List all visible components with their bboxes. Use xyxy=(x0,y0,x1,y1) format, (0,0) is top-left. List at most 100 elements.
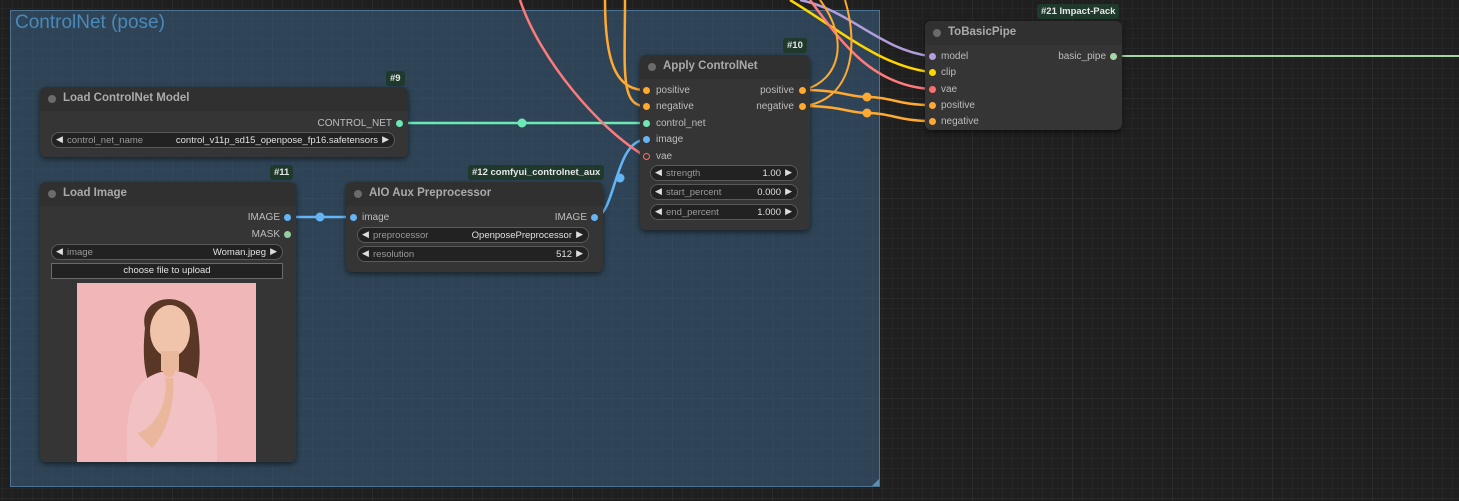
node-title-bar[interactable]: Load Image xyxy=(40,182,296,206)
widget-label: control_net_name xyxy=(67,135,144,146)
widget-value: 512 xyxy=(556,249,572,260)
arrow-right-icon[interactable]: ▶ xyxy=(785,206,792,217)
input-slot-image-icon[interactable] xyxy=(643,136,650,143)
node-aio-aux-preprocessor[interactable]: AIO Aux Preprocessor image IMAGE ◀ prepr… xyxy=(346,182,603,272)
arrow-right-icon[interactable]: ▶ xyxy=(785,186,792,197)
input-slot-negative-icon[interactable] xyxy=(643,103,650,110)
node-load-image[interactable]: Load Image IMAGE MASK ◀ image Woman.jpeg… xyxy=(40,182,296,462)
node-tobasicpipe[interactable]: ToBasicPipe model clip vae positive nega… xyxy=(925,21,1122,130)
input-label-clip: clip xyxy=(941,67,957,78)
node-title-bar[interactable]: Load ControlNet Model xyxy=(40,87,408,111)
input-label-positive: positive xyxy=(656,85,690,96)
arrow-left-icon[interactable]: ◀ xyxy=(56,246,63,257)
arrow-left-icon[interactable]: ◀ xyxy=(362,229,369,240)
output-slot-negative-icon[interactable] xyxy=(799,103,806,110)
widget-value: 1.00 xyxy=(762,168,782,179)
arrow-left-icon[interactable]: ◀ xyxy=(362,248,369,259)
image-preview xyxy=(77,283,256,462)
node-title-bar[interactable]: ToBasicPipe xyxy=(925,21,1122,45)
output-label-image: IMAGE xyxy=(247,212,280,223)
widget-value: Woman.jpeg xyxy=(212,247,266,258)
output-label-positive: positive xyxy=(760,85,794,96)
arrow-right-icon[interactable]: ▶ xyxy=(382,134,389,145)
node-title: ToBasicPipe xyxy=(948,26,1017,38)
output-label-basic-pipe: basic_pipe xyxy=(1058,51,1106,62)
arrow-left-icon[interactable]: ◀ xyxy=(655,206,662,217)
collapse-dot-icon[interactable] xyxy=(648,63,656,71)
image-combo[interactable]: ◀ image Woman.jpeg ▶ xyxy=(51,244,283,260)
input-slot-positive-icon[interactable] xyxy=(929,102,936,109)
input-label-vae: vae xyxy=(656,151,673,162)
node-apply-controlnet[interactable]: Apply ControlNet positive negative contr… xyxy=(640,55,810,230)
input-slot-clip-icon[interactable] xyxy=(929,69,936,76)
widget-value: OpenposePreprocessor xyxy=(471,230,572,241)
input-slot-vae-icon[interactable] xyxy=(643,153,650,160)
input-slot-image-icon[interactable] xyxy=(350,214,357,221)
wire-reroute-image-1 xyxy=(315,212,325,222)
node-id-badge: #12 comfyui_controlnet_aux xyxy=(468,165,605,180)
input-label-control-net: control_net xyxy=(656,118,706,129)
input-slot-negative-icon[interactable] xyxy=(929,118,936,125)
arrow-left-icon[interactable]: ◀ xyxy=(655,167,662,178)
control-net-name-combo[interactable]: ◀ control_net_name control_v11p_sd15_ope… xyxy=(51,132,395,148)
node-load-controlnet-model[interactable]: Load ControlNet Model CONTROL_NET ◀ cont… xyxy=(40,87,408,157)
arrow-right-icon[interactable]: ▶ xyxy=(270,246,277,257)
input-label-positive: positive xyxy=(941,100,975,111)
arrow-right-icon[interactable]: ▶ xyxy=(576,248,583,259)
output-slot-image-icon[interactable] xyxy=(591,214,598,221)
output-label-image: IMAGE xyxy=(554,212,587,223)
node-title: AIO Aux Preprocessor xyxy=(369,187,492,199)
arrow-right-icon[interactable]: ▶ xyxy=(576,229,583,240)
collapse-dot-icon[interactable] xyxy=(48,190,56,198)
node-title-bar[interactable]: AIO Aux Preprocessor xyxy=(346,182,603,206)
collapse-dot-icon[interactable] xyxy=(933,29,941,37)
wire-reroute-negative xyxy=(862,108,872,118)
node-id-badge: #10 xyxy=(783,38,807,53)
woman-portrait-image xyxy=(77,283,256,462)
output-slot-control-net-icon[interactable] xyxy=(396,120,403,127)
start-percent-stepper[interactable]: ◀ start_percent 0.000 ▶ xyxy=(650,184,798,200)
input-label-negative: negative xyxy=(656,101,694,112)
input-label-negative: negative xyxy=(941,116,979,127)
input-slot-positive-icon[interactable] xyxy=(643,87,650,94)
strength-stepper[interactable]: ◀ strength 1.00 ▶ xyxy=(650,165,798,181)
arrow-right-icon[interactable]: ▶ xyxy=(785,167,792,178)
input-slot-vae-icon[interactable] xyxy=(929,86,936,93)
node-title: Apply ControlNet xyxy=(663,60,758,72)
input-label-image: image xyxy=(656,134,684,145)
widget-label: resolution xyxy=(373,249,415,260)
node-id-badge: #21 Impact-Pack xyxy=(1037,4,1120,19)
widget-value: 0.000 xyxy=(757,187,781,198)
end-percent-stepper[interactable]: ◀ end_percent 1.000 ▶ xyxy=(650,204,798,220)
choose-file-button[interactable]: choose file to upload xyxy=(51,263,283,279)
arrow-left-icon[interactable]: ◀ xyxy=(56,134,63,145)
wire-reroute-control-net xyxy=(517,118,527,128)
output-slot-basic-pipe-icon[interactable] xyxy=(1110,53,1117,60)
input-slot-model-icon[interactable] xyxy=(929,53,936,60)
node-title-bar[interactable]: Apply ControlNet xyxy=(640,55,810,79)
output-label-control-net: CONTROL_NET xyxy=(317,118,392,129)
output-slot-positive-icon[interactable] xyxy=(799,87,806,94)
collapse-dot-icon[interactable] xyxy=(48,95,56,103)
output-slot-mask-icon[interactable] xyxy=(284,231,291,238)
wire-clip-in xyxy=(789,0,931,74)
input-label-vae: vae xyxy=(941,84,958,95)
node-title: Load Image xyxy=(63,187,127,199)
output-slot-image-icon[interactable] xyxy=(284,214,291,221)
wire-reroute-image-2 xyxy=(615,173,625,183)
resolution-stepper[interactable]: ◀ resolution 512 ▶ xyxy=(357,246,589,262)
node-id-badge: #9 xyxy=(386,71,405,86)
widget-label: image xyxy=(67,247,93,258)
preprocessor-combo[interactable]: ◀ preprocessor OpenposePreprocessor ▶ xyxy=(357,227,589,243)
widget-label: end_percent xyxy=(666,207,719,218)
output-label-negative: negative xyxy=(756,101,794,112)
input-label-model: model xyxy=(941,51,969,62)
input-slot-control-net-icon[interactable] xyxy=(643,120,650,127)
collapse-dot-icon[interactable] xyxy=(354,190,362,198)
node-id-badge: #11 xyxy=(270,165,294,180)
arrow-left-icon[interactable]: ◀ xyxy=(655,186,662,197)
widget-label: strength xyxy=(666,168,701,179)
output-label-mask: MASK xyxy=(251,229,280,240)
wire-reroute-positive xyxy=(862,92,872,102)
widget-value: 1.000 xyxy=(757,207,781,218)
